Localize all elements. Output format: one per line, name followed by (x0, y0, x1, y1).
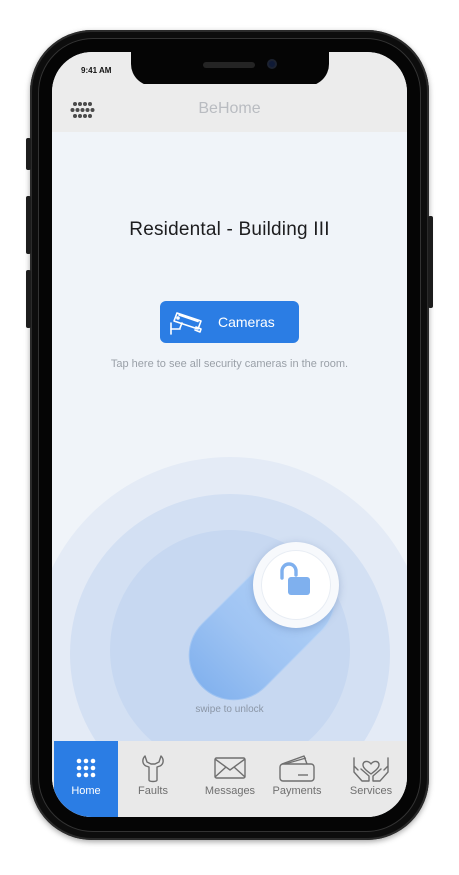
tab-messages[interactable]: Messages (192, 741, 268, 817)
wallet-icon (279, 755, 315, 782)
building-title: Residental - Building III (129, 219, 330, 240)
volume-down-button (26, 270, 31, 328)
earpiece-speaker (203, 62, 255, 68)
unlock-slider-knob[interactable] (253, 542, 339, 628)
app-title: BeHome (198, 100, 261, 117)
tab-services[interactable]: Services (338, 741, 404, 817)
bottom-tab-bar: Home Faults Messages Payments Services (52, 741, 407, 817)
tab-home[interactable]: Home (54, 741, 118, 817)
status-time: 9:41 AM (81, 66, 112, 75)
cctv-camera-icon (170, 312, 202, 335)
envelope-icon (214, 757, 246, 779)
unlocked-padlock-icon (280, 562, 310, 595)
front-camera-icon (267, 59, 277, 69)
silent-switch (26, 138, 31, 170)
grid-dots-icon (76, 758, 96, 778)
swipe-to-unlock-label: swipe to unlock (195, 704, 264, 715)
tab-payments[interactable]: Payments (264, 741, 330, 817)
tab-home-label: Home (71, 785, 101, 797)
volume-up-button (26, 196, 31, 254)
tab-faults[interactable]: Faults (118, 741, 188, 817)
hands-heart-icon (353, 757, 389, 782)
wrench-icon (142, 755, 164, 783)
cameras-button-label: Cameras (218, 314, 275, 330)
tab-faults-label: Faults (138, 785, 168, 797)
tab-messages-label: Messages (204, 785, 256, 797)
phone-screen: 9:41 AM BeHome Residental - Building III (52, 52, 407, 817)
power-button (428, 216, 433, 308)
app-header: BeHome (52, 84, 407, 132)
phone-notch (131, 52, 329, 86)
tab-services-label: Services (349, 785, 393, 797)
cameras-button[interactable]: Cameras (160, 301, 299, 343)
tab-payments-label: Payments (272, 785, 322, 797)
cameras-hint-text: Tap here to see all security cameras in … (110, 358, 349, 370)
